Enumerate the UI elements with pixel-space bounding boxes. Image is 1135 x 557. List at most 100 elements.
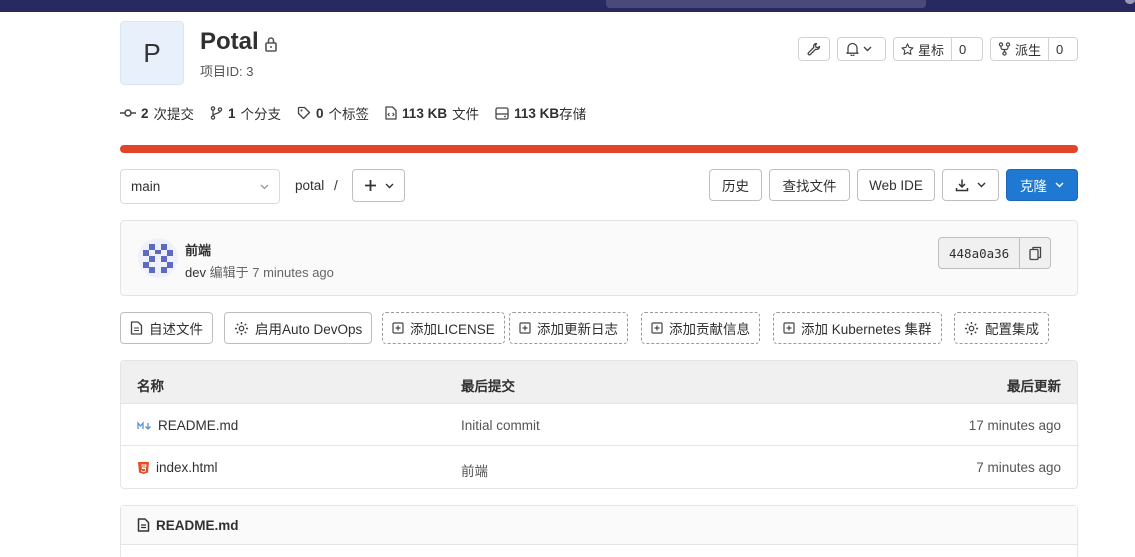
plus-square-icon [519, 322, 531, 334]
plus-square-icon [783, 322, 795, 334]
auto-devops-button[interactable]: 启用Auto DevOps [224, 312, 373, 344]
branch-icon [210, 106, 223, 120]
add-to-tree-button[interactable] [352, 169, 405, 202]
readme-button[interactable]: 自述文件 [120, 312, 213, 344]
commit-sha[interactable]: 448a0a36 [939, 238, 1021, 268]
author-avatar[interactable] [138, 238, 178, 278]
chevron-down-icon [863, 46, 872, 52]
add-kubernetes-cluster-button[interactable]: 添加 Kubernetes 集群 [773, 312, 942, 344]
notification-button[interactable] [837, 37, 886, 61]
fork-button[interactable]: 派生 0 [990, 37, 1078, 61]
chevron-down-icon [260, 184, 269, 189]
download-button[interactable] [942, 169, 999, 201]
history-button[interactable]: 历史 [709, 169, 762, 201]
star-count[interactable]: 0 [951, 38, 973, 60]
commit-icon [120, 109, 136, 117]
project-stats: 2 次提交 1 个分支 0 个标签 113 KB 文件 113 KB 存储 [120, 103, 586, 123]
storage-label: 存储 [559, 107, 587, 122]
commits-label: 次提交 [153, 107, 195, 122]
quick-action-label: 自述文件 [149, 322, 203, 337]
stat-files[interactable]: 113 KB 文件 [385, 103, 479, 123]
find-file-button[interactable]: 查找文件 [769, 169, 850, 201]
bell-icon [846, 42, 859, 56]
breadcrumb-separator: / [334, 178, 338, 193]
breadcrumb: potal / [295, 178, 338, 193]
download-icon [955, 179, 969, 192]
file-name[interactable]: README.md [158, 418, 238, 433]
html5-icon [138, 461, 149, 474]
plus-icon [364, 180, 376, 191]
quick-action-label: 添加更新日志 [537, 322, 618, 337]
stat-branches[interactable]: 1 个分支 [210, 103, 281, 123]
readme-header: README.md [121, 506, 1077, 545]
commit-title[interactable]: 前端 [185, 240, 211, 259]
readme-title: README.md [156, 517, 239, 533]
clone-label: 克隆 [1020, 179, 1047, 194]
project-id: 项目ID: 3 [200, 64, 254, 79]
table-header: 名称 最后提交 最后更新 [121, 361, 1077, 404]
top-navbar [0, 0, 1135, 12]
star-icon [901, 42, 914, 55]
file-last-commit[interactable]: Initial commit [461, 418, 540, 433]
user-avatar-icon[interactable] [1125, 0, 1135, 4]
add-license-button[interactable]: 添加LICENSE [382, 312, 505, 344]
add-contributing-button[interactable]: 添加贡献信息 [641, 312, 760, 344]
star-label: 星标 [918, 42, 945, 58]
files-size: 113 KB [402, 105, 448, 121]
add-changelog-button[interactable]: 添加更新日志 [509, 312, 628, 344]
tags-count: 0 [316, 105, 324, 121]
stat-commits[interactable]: 2 次提交 [120, 103, 194, 123]
breadcrumb-project[interactable]: potal [295, 178, 324, 193]
star-button[interactable]: 星标 0 [893, 37, 983, 61]
last-commit-panel: 前端 dev 编辑于 7 minutes ago 448a0a36 [120, 220, 1078, 296]
table-row[interactable]: README.md Initial commit 17 minutes ago [121, 404, 1077, 446]
commits-count: 2 [141, 105, 149, 121]
quick-action-label: 添加贡献信息 [669, 322, 750, 337]
admin-settings-button[interactable] [798, 37, 830, 61]
project-title: Potal [200, 28, 259, 55]
web-ide-button[interactable]: Web IDE [857, 169, 935, 201]
tag-icon [297, 106, 311, 120]
commit-author[interactable]: dev [185, 265, 206, 280]
stat-tags[interactable]: 0 个标签 [297, 103, 369, 123]
disk-icon [495, 106, 509, 120]
branch-name: main [131, 179, 161, 194]
commit-time: 7 minutes ago [252, 265, 334, 280]
file-text-icon [130, 321, 143, 335]
repository-languages-bar [120, 145, 1078, 153]
configure-integrations-button[interactable]: 配置集成 [954, 312, 1049, 344]
wrench-icon [807, 42, 821, 56]
lock-icon [265, 37, 277, 52]
fork-icon [998, 42, 1011, 56]
column-last-update-header: 最后更新 [1007, 379, 1061, 394]
fork-label: 派生 [1015, 42, 1042, 58]
table-row[interactable]: index.html 前端 7 minutes ago [121, 446, 1077, 488]
clone-button[interactable]: 克隆 [1006, 169, 1078, 201]
gear-icon [234, 321, 249, 335]
fork-count[interactable]: 0 [1048, 38, 1070, 60]
file-name[interactable]: index.html [156, 460, 218, 475]
storage-size: 113 KB [514, 105, 560, 121]
commit-meta: dev 编辑于 7 minutes ago [185, 262, 334, 281]
copy-sha-button[interactable] [1020, 238, 1050, 268]
quick-action-label: 配置集成 [985, 322, 1039, 337]
quick-action-label: 添加 Kubernetes 集群 [801, 322, 932, 337]
column-name-header: 名称 [137, 379, 164, 394]
commit-sha-group: 448a0a36 [938, 237, 1052, 269]
readme-panel: README.md [120, 505, 1078, 557]
copy-icon [1029, 246, 1041, 260]
file-text-icon [137, 518, 150, 532]
file-code-icon [385, 106, 397, 120]
plus-square-icon [651, 322, 663, 334]
chevron-down-icon [1055, 182, 1064, 188]
stat-storage[interactable]: 113 KB 存储 [495, 103, 586, 123]
file-last-commit[interactable]: 前端 [461, 460, 488, 480]
branches-count: 1 [228, 105, 236, 121]
markdown-icon [137, 420, 151, 430]
search-bar[interactable] [606, 0, 926, 8]
gear-icon [964, 321, 979, 335]
file-last-update: 7 minutes ago [976, 460, 1061, 475]
quick-action-label: 添加LICENSE [410, 322, 495, 337]
branch-dropdown[interactable]: main [120, 169, 280, 204]
branches-label: 个分支 [240, 107, 282, 122]
